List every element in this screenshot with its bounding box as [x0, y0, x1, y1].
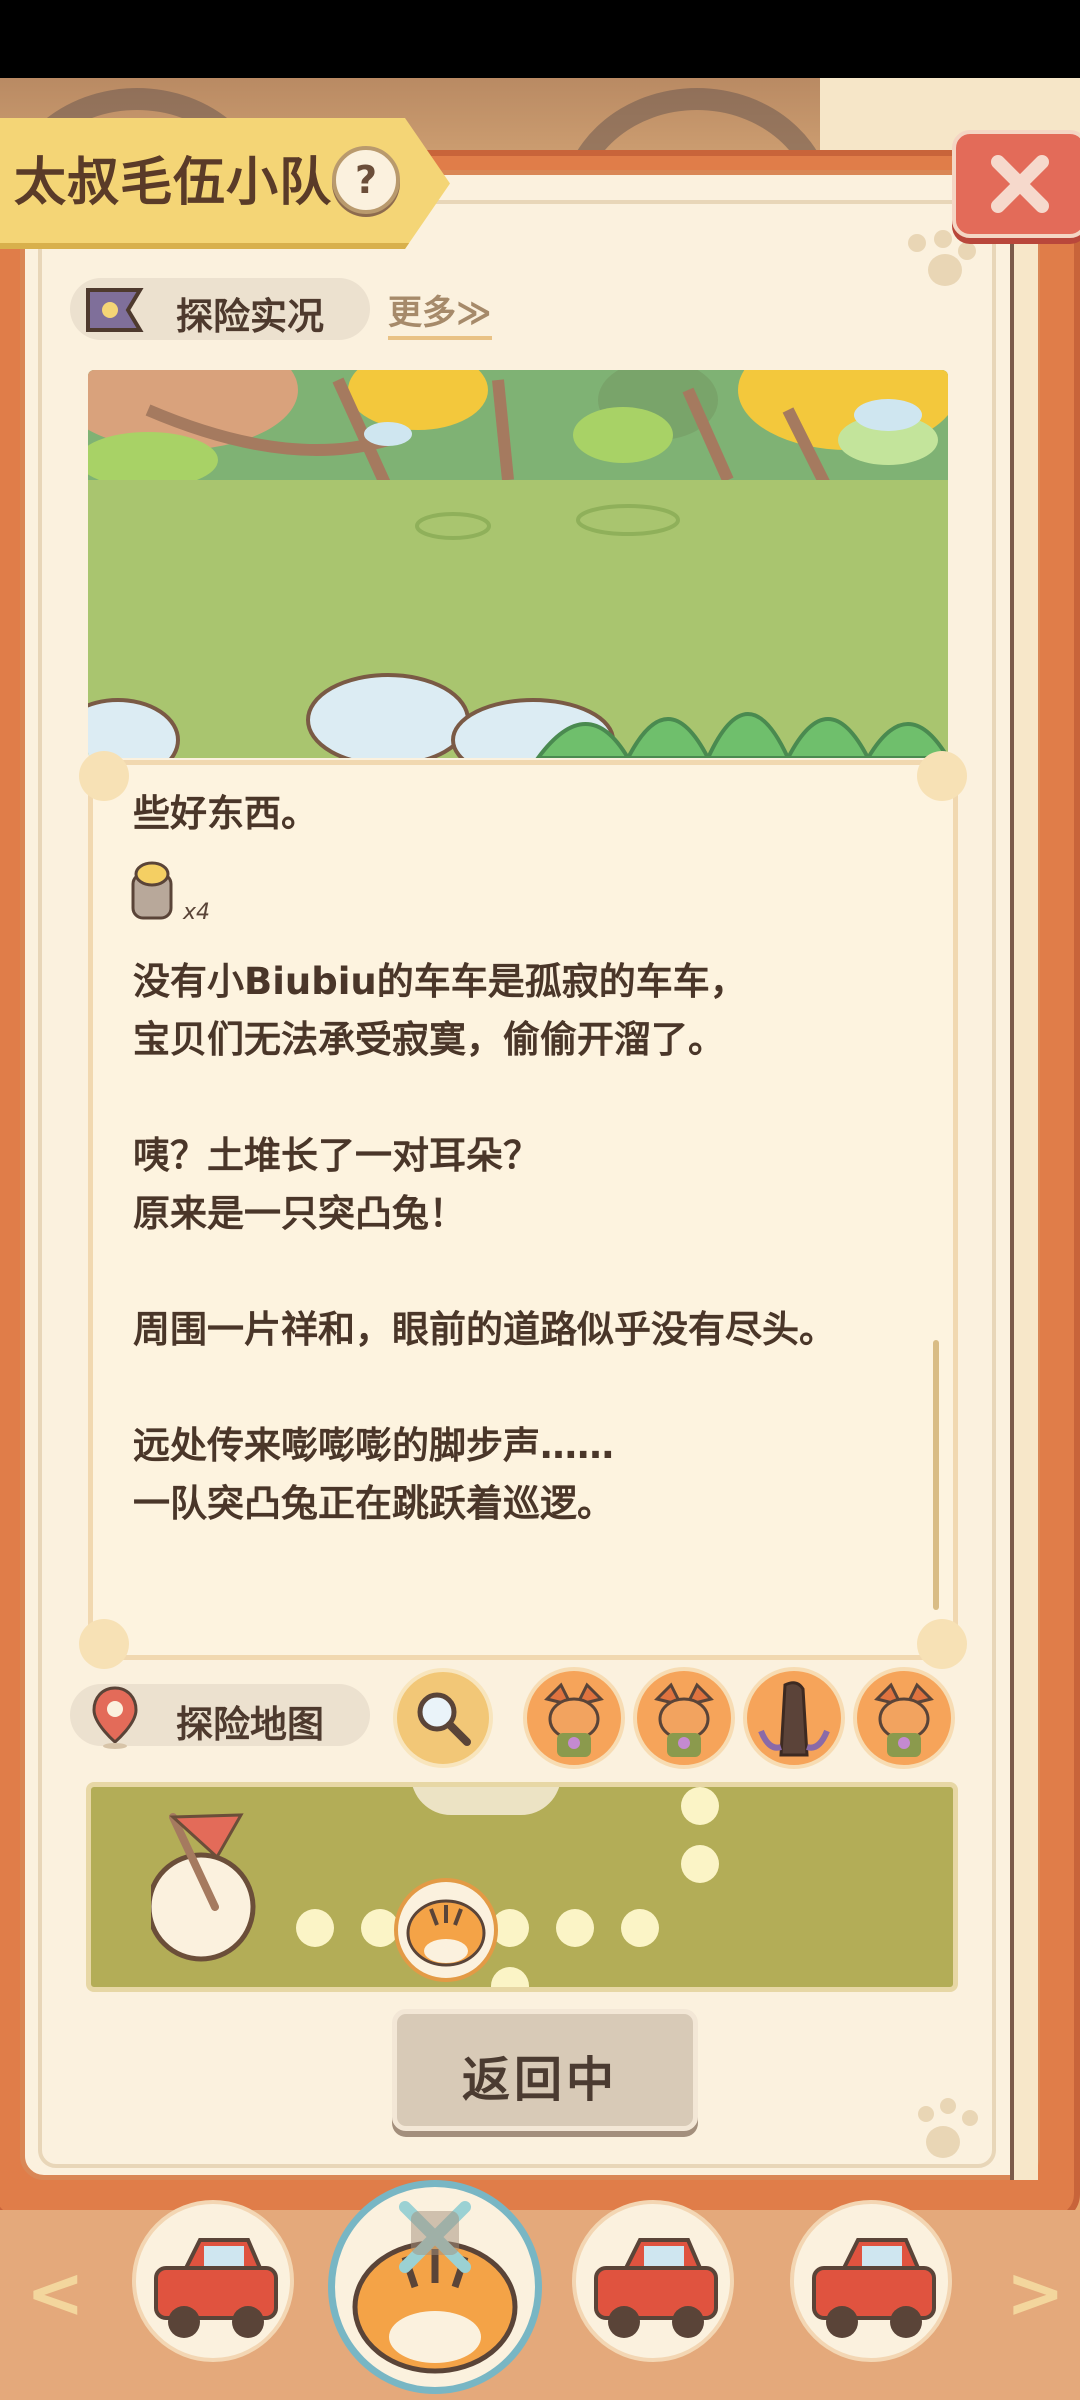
prev-arrow-button[interactable]: < [26, 2252, 85, 2334]
item-count: x4 [183, 900, 211, 925]
fox-member-avatar[interactable] [853, 1667, 955, 1769]
team-title: 太叔毛伍小队 [14, 153, 333, 213]
log-line: 没有小Biubiu的车车是孤寂的车车， [133, 960, 747, 1003]
fox-member-avatar[interactable] [523, 1667, 625, 1769]
close-icon [991, 155, 1049, 213]
car-icon [812, 2238, 936, 2338]
start-flag-icon [151, 1813, 256, 1962]
fox-member-avatar[interactable] [633, 1667, 735, 1769]
log-line: 一队突凸兔正在跳跃着巡逻。 [133, 1482, 614, 1525]
location-pin-icon [92, 1686, 138, 1749]
path-node [681, 1787, 719, 1825]
paw-icon [918, 2098, 998, 2178]
next-arrow-button[interactable]: > [1006, 2252, 1065, 2334]
live-section-label: 探险实况 [176, 295, 324, 338]
path-node [296, 1909, 334, 1947]
magnifier-icon [417, 1692, 471, 1746]
car-team-slot[interactable] [572, 2200, 734, 2362]
path-node [556, 1909, 594, 1947]
acorn-item-icon [131, 861, 173, 920]
log-line: 远处传来嘭嘭嘭的脚步声…… [133, 1424, 614, 1467]
tiger-team-slot[interactable] [328, 2180, 542, 2394]
car-icon [154, 2238, 278, 2338]
log-line: 周围一片祥和，眼前的道路似乎没有尽头。 [133, 1308, 836, 1351]
car-team-slot[interactable] [132, 2200, 294, 2362]
search-map-button[interactable] [393, 1668, 493, 1768]
log-scrollbar[interactable] [933, 1340, 939, 1610]
close-button[interactable] [952, 130, 1080, 238]
flag-icon [86, 288, 144, 332]
map-section-label: 探险地图 [176, 1703, 324, 1746]
status-bar [0, 0, 1080, 78]
log-line: 咦？土堆长了一对耳朵？ [133, 1134, 540, 1177]
page-edge [1010, 230, 1038, 2180]
shadow-member-avatar[interactable] [743, 1667, 845, 1769]
more-link[interactable]: 更多≫ [388, 285, 492, 340]
path-node [681, 1845, 719, 1883]
return-button-label: 返回中 [461, 2052, 618, 2108]
paw-icon [906, 230, 986, 310]
exploration-map[interactable] [86, 1782, 958, 1992]
log-line: 宝贝们无法承受寂寞，偷偷开溜了。 [133, 1018, 725, 1061]
path-node [621, 1909, 659, 1947]
tiger-icon [352, 2201, 518, 2374]
tiger-marker-icon [394, 1878, 498, 1982]
log-line: 原来是一只突凸兔！ [133, 1192, 466, 1235]
car-team-slot[interactable] [790, 2200, 952, 2362]
exploration-scene-image [88, 370, 948, 758]
log-line: 些好东西。 [133, 792, 318, 835]
car-icon [594, 2238, 718, 2338]
exploration-log-panel[interactable]: 些好东西。 x4 没有小Biubiu的车车是孤寂的车车， 宝贝们无法承受寂寞，偷… [79, 751, 967, 1669]
help-button[interactable]: ? [332, 146, 400, 214]
